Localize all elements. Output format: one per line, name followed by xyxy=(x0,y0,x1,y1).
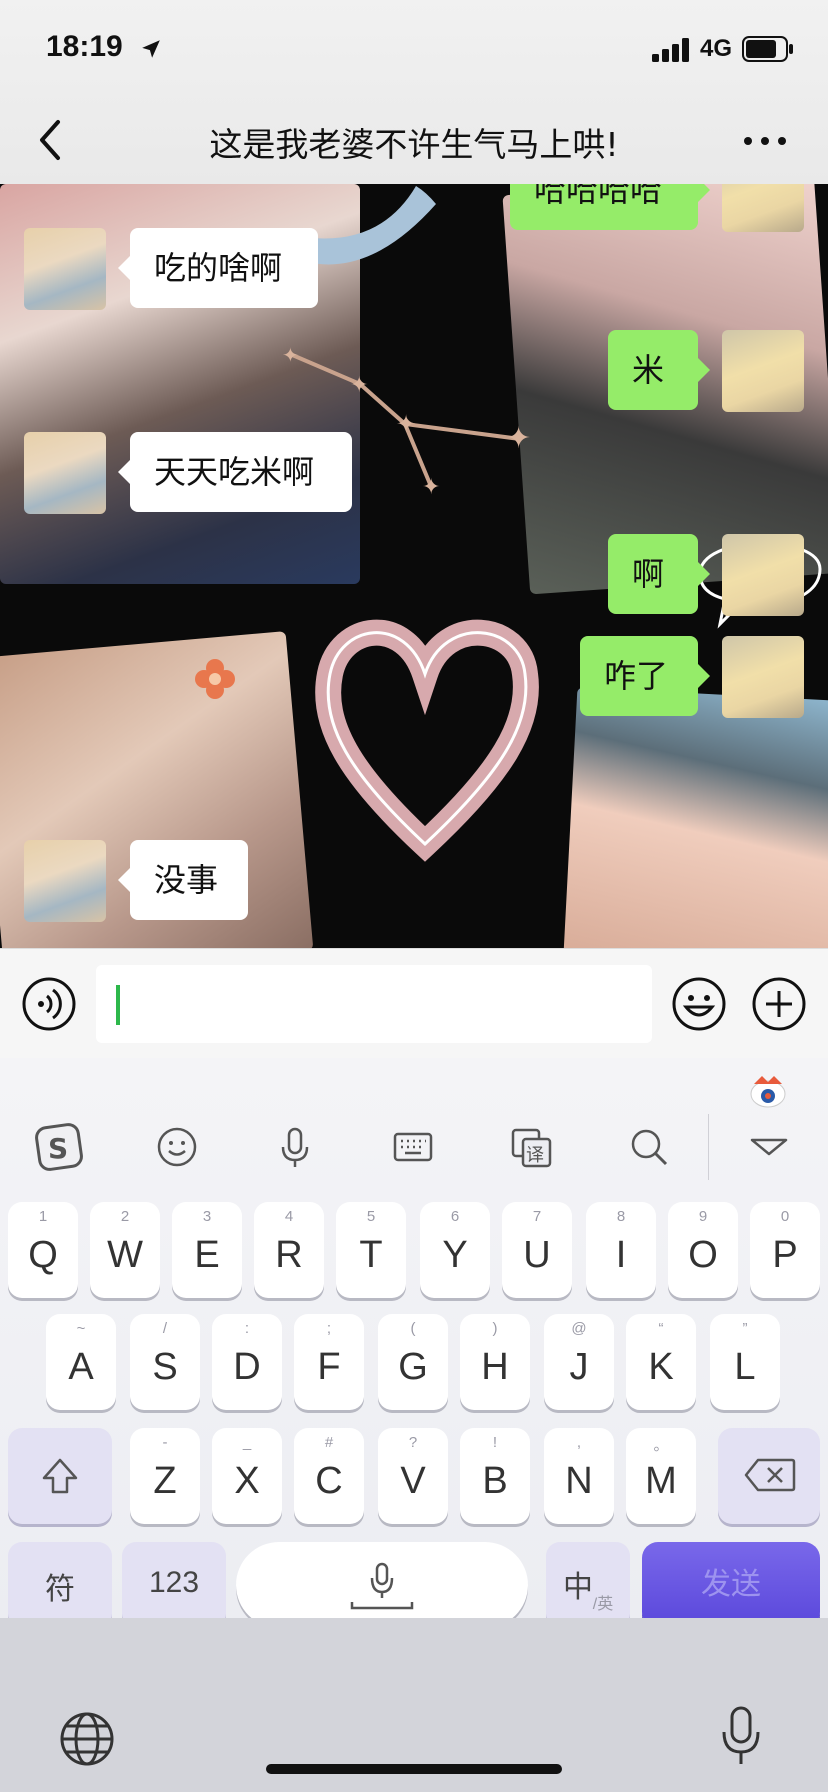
svg-text:✦: ✦ xyxy=(506,421,531,456)
key-a[interactable]: ~ A xyxy=(46,1314,116,1410)
message-input[interactable] xyxy=(96,965,652,1043)
avatar[interactable] xyxy=(722,636,804,718)
top-bar: 18:19 4G 这是我老婆不许生气马上哄! xyxy=(0,0,828,184)
svg-text:S: S xyxy=(48,1132,68,1165)
space-mic-icon xyxy=(350,1562,414,1610)
key-t[interactable]: 5T xyxy=(336,1202,406,1298)
key-d[interactable]: :D xyxy=(212,1314,282,1410)
message-bubble[interactable]: 吃的啥啊 xyxy=(118,228,318,308)
key-v[interactable]: ? V xyxy=(378,1428,448,1524)
key-b[interactable]: ! B xyxy=(460,1428,530,1524)
key-n[interactable]: ,N xyxy=(544,1428,614,1524)
key-j[interactable]: @ J xyxy=(544,1314,614,1410)
message-bubble[interactable]: 米 xyxy=(608,330,710,410)
dictation-mic-icon[interactable] xyxy=(718,1704,764,1768)
svg-text:✦: ✦ xyxy=(282,343,299,367)
backspace-icon xyxy=(744,1458,796,1492)
key-p[interactable]: 0P xyxy=(750,1202,820,1298)
chat-title: 这是我老婆不许生气马上哄! xyxy=(209,125,619,164)
key-m[interactable]: 。 M xyxy=(626,1428,696,1524)
avatar[interactable] xyxy=(722,184,804,232)
key-o[interactable]: 9O xyxy=(668,1202,738,1298)
space-key[interactable] xyxy=(236,1542,528,1628)
location-arrow-icon xyxy=(142,40,160,58)
svg-text:✦: ✦ xyxy=(350,373,368,398)
globe-icon[interactable] xyxy=(58,1710,116,1768)
ime-mascot-icon[interactable] xyxy=(748,1072,788,1108)
message-bubble[interactable]: 咋了 xyxy=(580,636,710,716)
message-bubble[interactable]: 哈哈哈哈 xyxy=(510,184,710,230)
avatar[interactable] xyxy=(24,432,106,514)
more-options-icon[interactable] xyxy=(742,126,788,156)
key-u[interactable]: 7U xyxy=(502,1202,572,1298)
input-bar xyxy=(0,948,828,1059)
sogou-logo-icon[interactable]: S xyxy=(32,1120,86,1174)
svg-text:✦: ✦ xyxy=(422,475,440,500)
send-button[interactable]: 发送 xyxy=(642,1542,820,1628)
avatar[interactable] xyxy=(24,840,106,922)
signal-icon xyxy=(652,38,689,62)
heart-sticker-icon xyxy=(315,619,539,862)
toolbar-divider xyxy=(708,1114,709,1180)
key-e[interactable]: 3E xyxy=(172,1202,242,1298)
svg-text:译: 译 xyxy=(526,1145,544,1166)
emoji-face-icon[interactable] xyxy=(150,1120,204,1174)
background-photo-bottom-right xyxy=(562,687,828,948)
key-f[interactable]: ; F xyxy=(294,1314,364,1410)
message-bubble[interactable]: 天天吃米啊 xyxy=(118,432,352,512)
symbols-key[interactable]: 符 xyxy=(8,1542,112,1628)
network-type: 4G xyxy=(700,35,733,62)
battery-icon xyxy=(742,36,793,62)
status-time: 18:19 xyxy=(46,30,123,63)
avatar[interactable] xyxy=(24,228,106,310)
key-c[interactable]: # C xyxy=(294,1428,364,1524)
key-k[interactable]: “K xyxy=(626,1314,696,1410)
key-g[interactable]: (G xyxy=(378,1314,448,1410)
key-s[interactable]: / S xyxy=(130,1314,200,1410)
keyboard-layout-icon[interactable] xyxy=(386,1120,440,1174)
translate-icon[interactable]: 译 xyxy=(504,1120,558,1174)
avatar[interactable] xyxy=(722,330,804,412)
plus-icon[interactable] xyxy=(752,977,806,1031)
numbers-key[interactable]: 123 xyxy=(122,1542,226,1628)
microphone-icon[interactable] xyxy=(268,1120,322,1174)
emoji-icon[interactable] xyxy=(672,977,726,1031)
language-switch-key[interactable]: 中 /英 xyxy=(546,1542,630,1628)
key-h[interactable]: ) H xyxy=(460,1314,530,1410)
flower-sticker-icon xyxy=(195,659,235,699)
key-r[interactable]: 4R xyxy=(254,1202,324,1298)
backspace-key[interactable] xyxy=(718,1428,820,1524)
message-bubble[interactable]: 啊 xyxy=(608,534,710,614)
key-z[interactable]: -Z xyxy=(130,1428,200,1524)
key-w[interactable]: 2W xyxy=(90,1202,160,1298)
home-indicator xyxy=(266,1764,562,1774)
back-chevron-icon[interactable] xyxy=(36,118,64,162)
message-bubble[interactable]: 没事 xyxy=(118,840,248,920)
svg-text:✦: ✦ xyxy=(396,410,416,438)
shift-key[interactable] xyxy=(8,1428,112,1524)
key-l[interactable]: ” L xyxy=(710,1314,780,1410)
search-icon[interactable] xyxy=(622,1120,676,1174)
chat-background: ✦ ✦ ✦ ✦ ✦ 哈哈哈哈 吃的啥啊 米 天天吃米啊 啊 咋了 没事 xyxy=(0,184,828,948)
key-q[interactable]: 1Q xyxy=(8,1202,78,1298)
collapse-keyboard-icon[interactable] xyxy=(742,1120,796,1174)
key-i[interactable]: 8I xyxy=(586,1202,656,1298)
shift-arrow-icon xyxy=(42,1458,78,1494)
voice-input-icon[interactable] xyxy=(22,977,76,1031)
text-cursor xyxy=(116,985,120,1025)
avatar[interactable] xyxy=(722,534,804,616)
key-x[interactable]: _ X xyxy=(212,1428,282,1524)
key-y[interactable]: 6Y xyxy=(420,1202,490,1298)
